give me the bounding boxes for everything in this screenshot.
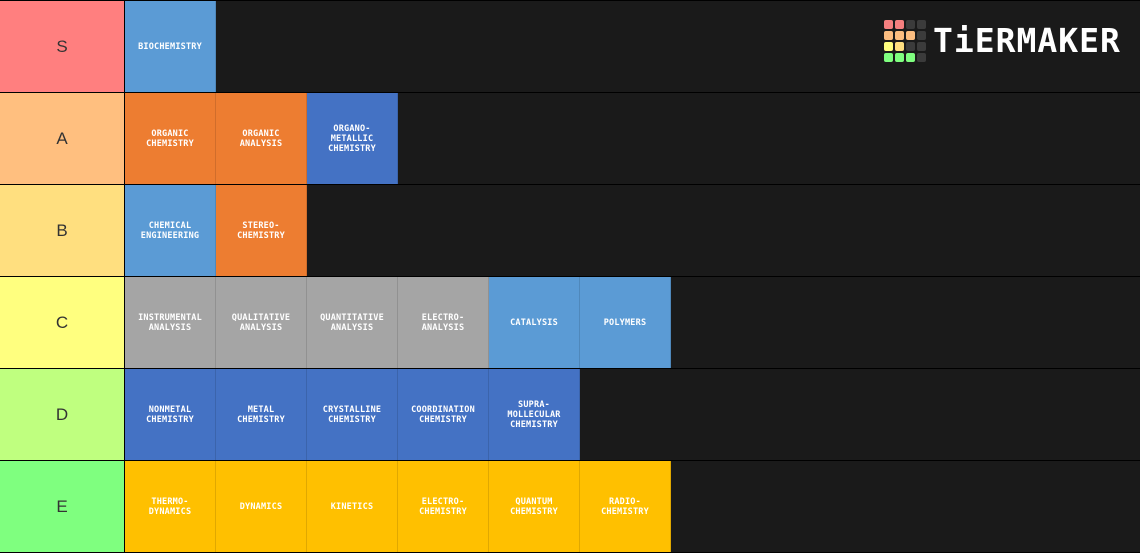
- tier-item[interactable]: QUANTITATIVE ANALYSIS: [307, 277, 398, 368]
- tier-item[interactable]: COORDINATION CHEMISTRY: [398, 369, 489, 460]
- tier-item[interactable]: ORGANIC CHEMISTRY: [125, 93, 216, 184]
- logo-grid-cell: [895, 20, 904, 29]
- tier-items-e: THERMO- DYNAMICS DYNAMICS KINETICS ELECTRO-…: [125, 461, 671, 552]
- tier-label-b[interactable]: B: [0, 185, 125, 276]
- tier-items-a: ORGANIC CHEMISTRY ORGANIC ANALYSIS ORGANO-…: [125, 93, 398, 184]
- tier-label-a[interactable]: A: [0, 93, 125, 184]
- tier-item[interactable]: CRYSTALLINE CHEMISTRY: [307, 369, 398, 460]
- logo-grid-cell: [917, 31, 926, 40]
- tier-item[interactable]: CATALYSIS: [489, 277, 580, 368]
- tier-items-s: BIOCHEMISTRY: [125, 1, 216, 92]
- tier-item[interactable]: BIOCHEMISTRY: [125, 1, 216, 92]
- logo-grid-cell: [906, 31, 915, 40]
- logo-grid-cell: [906, 20, 915, 29]
- tier-item[interactable]: ORGANO- METALLIC CHEMISTRY: [307, 93, 398, 184]
- logo-grid-cell: [884, 42, 893, 51]
- tier-item[interactable]: NONMETAL CHEMISTRY: [125, 369, 216, 460]
- tier-row-d: D NONMETAL CHEMISTRY METAL CHEMISTRY CRYST…: [0, 369, 1140, 460]
- tier-label-s[interactable]: S: [0, 1, 125, 92]
- tier-item[interactable]: SUPRA- MOLLECULAR CHEMISTRY: [489, 369, 580, 460]
- tier-list-board: S BIOCHEMISTRY A ORGANIC CHEMISTRY ORGANI…: [0, 0, 1140, 553]
- tier-row-a: A ORGANIC CHEMISTRY ORGANIC ANALYSIS ORGAN…: [0, 93, 1140, 184]
- logo-text: TiERMAKER: [933, 21, 1121, 60]
- tier-item[interactable]: ORGANIC ANALYSIS: [216, 93, 307, 184]
- tier-item[interactable]: ELECTRO- ANALYSIS: [398, 277, 489, 368]
- tier-item[interactable]: QUANTUM CHEMISTRY: [489, 461, 580, 552]
- tier-item[interactable]: RADIO- CHEMISTRY: [580, 461, 671, 552]
- logo-grid-cell: [884, 53, 893, 62]
- tier-item[interactable]: QUALITATIVE ANALYSIS: [216, 277, 307, 368]
- tier-items-c: INSTRUMENTAL ANALYSIS QUALITATIVE ANALYSI…: [125, 277, 671, 368]
- tier-items-d: NONMETAL CHEMISTRY METAL CHEMISTRY CRYSTAL…: [125, 369, 580, 460]
- tier-row-e: E THERMO- DYNAMICS DYNAMICS KINETICS ELECTR…: [0, 461, 1140, 552]
- tier-label-e[interactable]: E: [0, 461, 125, 552]
- tier-label-c[interactable]: C: [0, 277, 125, 368]
- logo-grid-cell: [884, 20, 893, 29]
- tier-item[interactable]: THERMO- DYNAMICS: [125, 461, 216, 552]
- tier-label-d[interactable]: D: [0, 369, 125, 460]
- tier-item[interactable]: DYNAMICS: [216, 461, 307, 552]
- logo-grid-cell: [895, 31, 904, 40]
- logo-grid-cell: [895, 42, 904, 51]
- logo-grid-icon: [884, 20, 926, 62]
- tiermaker-logo: TiERMAKER: [884, 20, 1121, 62]
- tier-items-b: CHEMICAL ENGINEERING STEREO- CHEMISTRY: [125, 185, 307, 276]
- logo-grid-cell: [884, 31, 893, 40]
- logo-grid-cell: [906, 53, 915, 62]
- tier-item[interactable]: POLYMERS: [580, 277, 671, 368]
- tier-row-c: C INSTRUMENTAL ANALYSIS QUALITATIVE ANALY…: [0, 277, 1140, 368]
- tier-item[interactable]: ELECTRO- CHEMISTRY: [398, 461, 489, 552]
- logo-grid-cell: [917, 53, 926, 62]
- tier-item[interactable]: STEREO- CHEMISTRY: [216, 185, 307, 276]
- tier-item[interactable]: CHEMICAL ENGINEERING: [125, 185, 216, 276]
- tier-item[interactable]: INSTRUMENTAL ANALYSIS: [125, 277, 216, 368]
- logo-grid-cell: [906, 42, 915, 51]
- tier-row-b: B CHEMICAL ENGINEERING STEREO- CHEMISTRY: [0, 185, 1140, 276]
- tier-item[interactable]: KINETICS: [307, 461, 398, 552]
- tier-item[interactable]: METAL CHEMISTRY: [216, 369, 307, 460]
- logo-grid-cell: [917, 42, 926, 51]
- logo-grid-cell: [917, 20, 926, 29]
- logo-grid-cell: [895, 53, 904, 62]
